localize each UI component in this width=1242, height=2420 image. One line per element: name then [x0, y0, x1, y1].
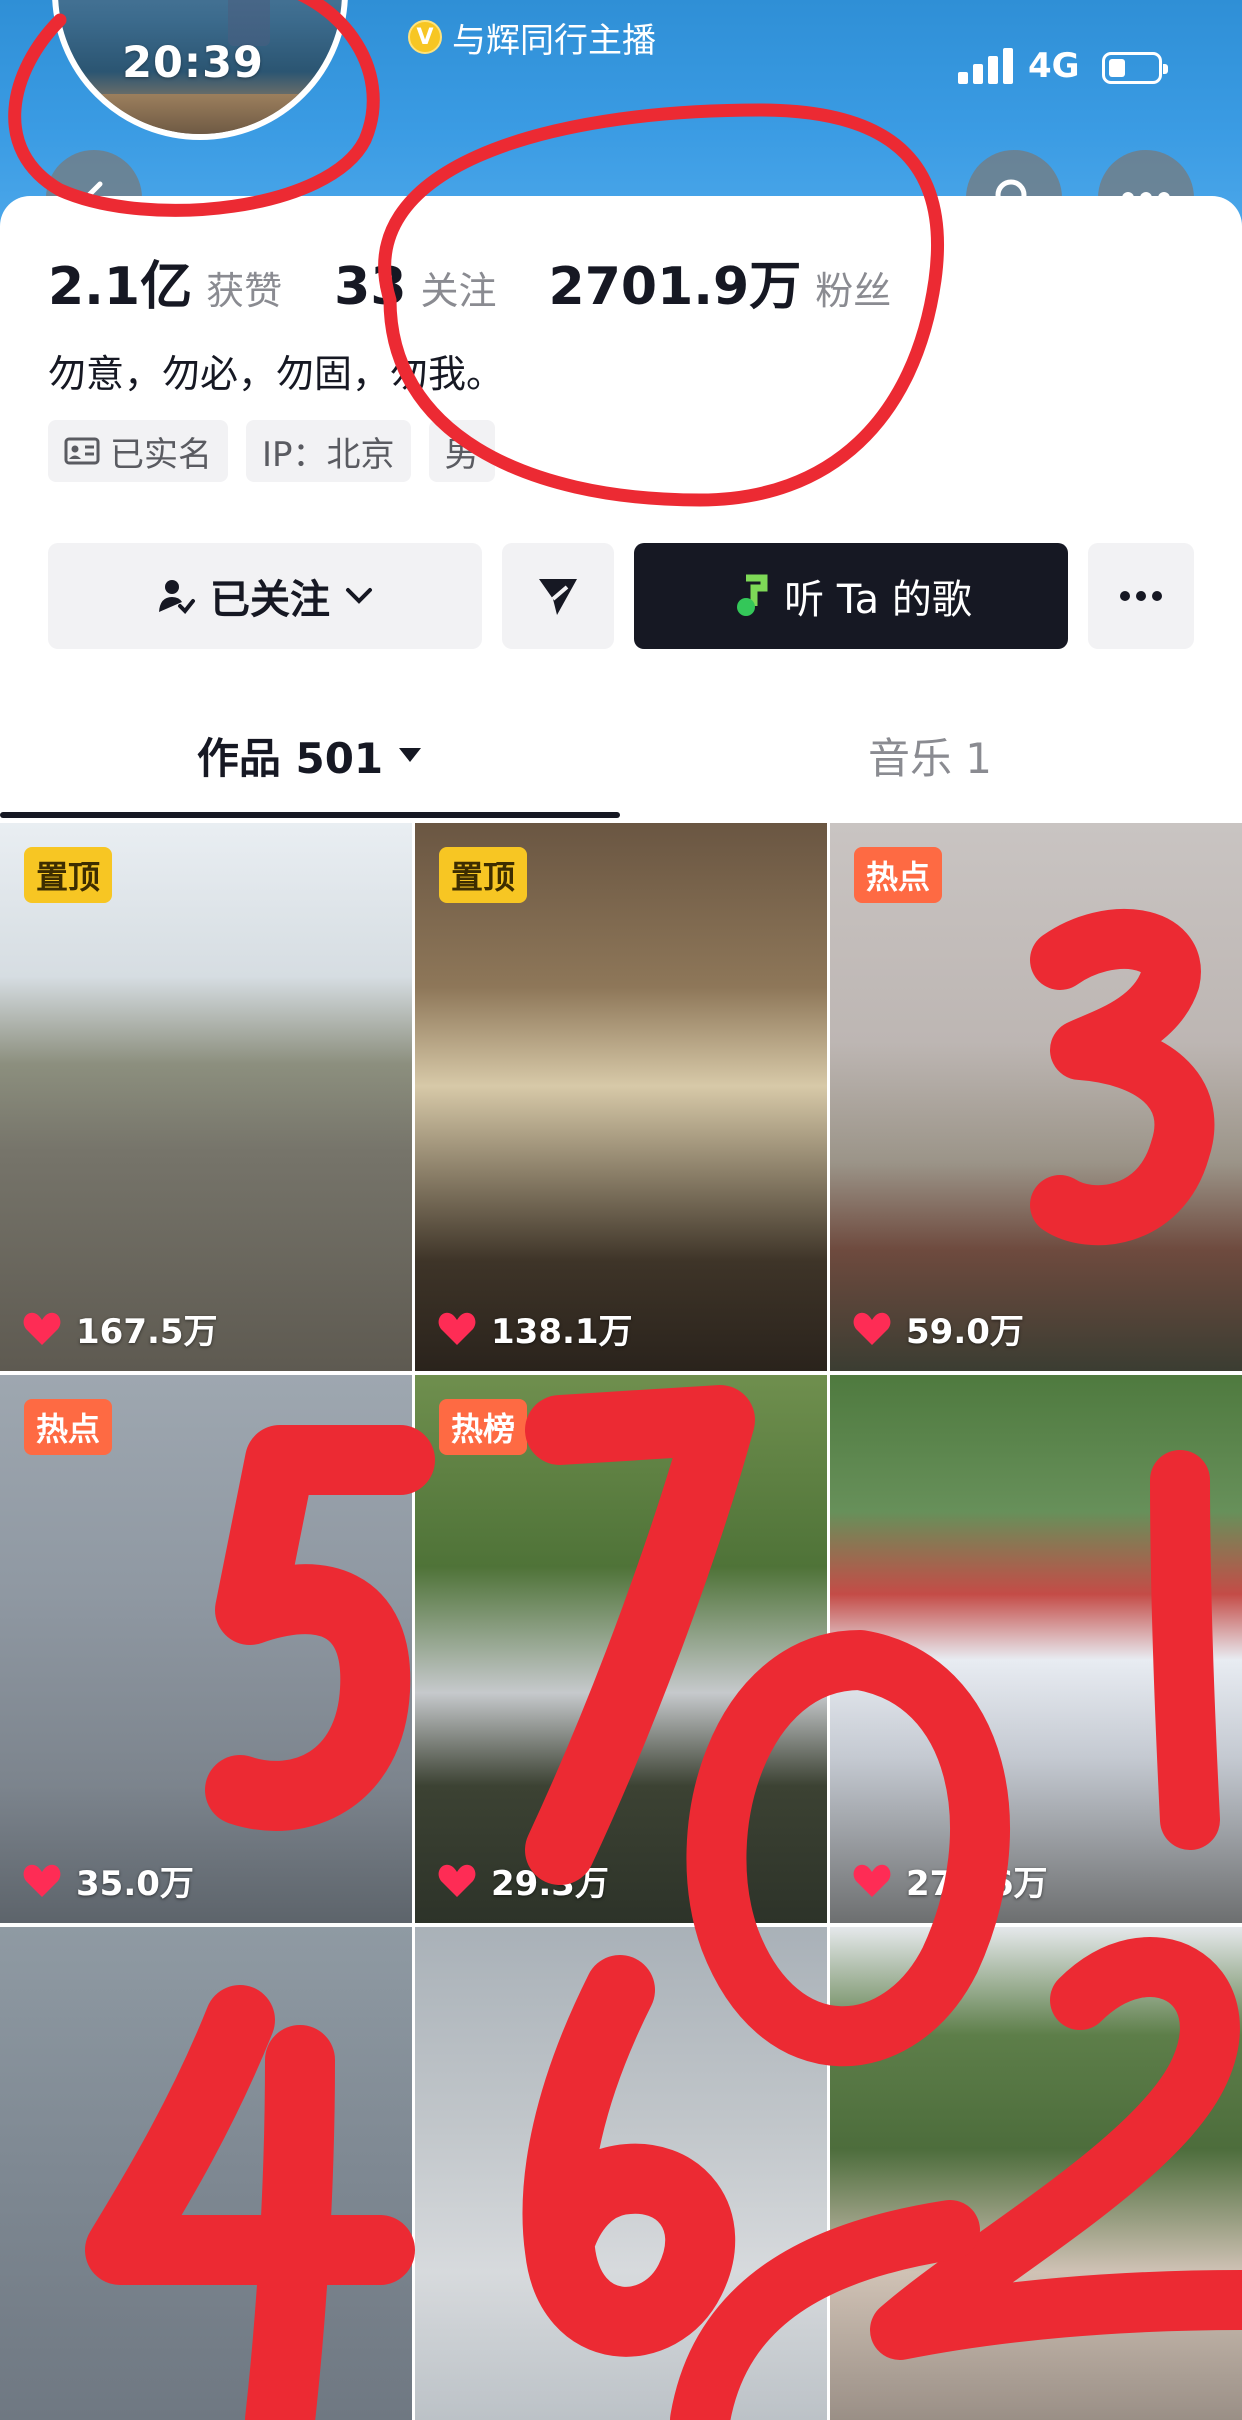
- video-tile[interactable]: 置顶 167.5万: [0, 823, 412, 1371]
- tag-verified-identity: 已实名: [48, 420, 228, 482]
- video-tile[interactable]: [0, 1927, 412, 2420]
- likes-count: 2.1亿: [48, 257, 193, 317]
- hot-badge: 热点: [24, 1399, 113, 1455]
- heart-icon: [853, 1864, 891, 1897]
- profile-bio: 勿意，勿必，勿固，勿我。: [48, 352, 505, 396]
- tab-works[interactable]: 作品 501: [0, 690, 620, 820]
- video-tile[interactable]: 热点 59.0万: [830, 823, 1242, 1371]
- tag-ip-location: IP：北京: [246, 420, 411, 482]
- video-likes: 278.6万: [852, 1856, 1048, 1905]
- active-tab-indicator: [0, 812, 620, 818]
- caret-down-icon: [399, 748, 422, 762]
- paper-plane-icon: [539, 579, 577, 615]
- follow-button-label: 已关注: [210, 577, 330, 623]
- header-title-text: 与辉同行主播: [452, 20, 656, 61]
- header-title: V 与辉同行主播: [408, 16, 656, 61]
- network-type: 4G: [1028, 46, 1080, 86]
- video-grid: 置顶 167.5万 置顶 138.1万 热点 59.0万 热点 35.0万 热榜…: [0, 823, 1242, 2420]
- video-tile[interactable]: 热点 35.0万: [0, 1375, 412, 1923]
- hot-badge: 热点: [854, 847, 943, 903]
- tag-label: 已实名: [110, 434, 212, 475]
- status-time: 20:39: [122, 38, 264, 88]
- tab-works-label: 作品 501: [196, 733, 384, 783]
- signal-icon: [958, 48, 1014, 84]
- tab-music[interactable]: 音乐 1: [620, 690, 1240, 820]
- tag-label: IP：北京: [262, 434, 395, 475]
- video-tile[interactable]: 278.6万: [830, 1375, 1242, 1923]
- followers-label[interactable]: 粉丝: [815, 260, 891, 315]
- heart-icon: [853, 1312, 891, 1345]
- battery-icon: [1102, 52, 1168, 84]
- pinned-badge: 置顶: [24, 847, 113, 903]
- video-likes-count: 59.0万: [906, 1312, 1024, 1352]
- listen-songs-button[interactable]: 听 Ta 的歌: [634, 543, 1068, 649]
- tab-music-label: 音乐 1: [867, 733, 993, 783]
- music-note-icon: [737, 574, 768, 616]
- video-likes: 138.1万: [437, 1304, 633, 1353]
- video-likes-count: 278.6万: [906, 1864, 1048, 1904]
- video-likes-count: 29.3万: [491, 1864, 609, 1904]
- following-label[interactable]: 关注: [421, 260, 497, 315]
- send-message-button[interactable]: [502, 543, 614, 649]
- hot-list-badge: 热榜: [439, 1399, 528, 1455]
- video-tile[interactable]: 热榜 29.3万: [415, 1375, 827, 1923]
- user-check-icon: [159, 580, 195, 614]
- following-count[interactable]: 33: [334, 257, 406, 317]
- video-likes-count: 167.5万: [76, 1312, 218, 1352]
- video-likes: 59.0万: [852, 1304, 1024, 1353]
- heart-icon: [23, 1864, 61, 1897]
- heart-icon: [438, 1312, 476, 1345]
- chevron-down-icon: [346, 588, 372, 604]
- id-card-icon: [64, 437, 100, 465]
- video-tile[interactable]: [415, 1927, 827, 2420]
- verified-badge-icon: V: [408, 20, 442, 54]
- profile-tags: 已实名 IP：北京 男: [48, 420, 495, 482]
- avatar-rock: [58, 94, 342, 134]
- video-likes: 35.0万: [22, 1856, 194, 1905]
- followers-count[interactable]: 2701.9万: [549, 244, 802, 319]
- heart-icon: [23, 1312, 61, 1345]
- likes-label: 获赞: [206, 269, 283, 313]
- video-tile[interactable]: 置顶 138.1万: [415, 823, 827, 1371]
- profile-stats: 2.1亿 获赞 33 关注 2701.9万 粉丝: [48, 244, 943, 319]
- tag-label: 男: [444, 434, 479, 475]
- follow-button[interactable]: 已关注: [48, 543, 482, 649]
- profile-tabs: 作品 501 音乐 1: [0, 690, 1242, 820]
- video-likes-count: 35.0万: [76, 1864, 194, 1904]
- heart-icon: [438, 1864, 476, 1897]
- more-dots-icon: [1120, 591, 1162, 601]
- profile-actions: 已关注 听 Ta 的歌: [48, 543, 1194, 649]
- listen-songs-label: 听 Ta 的歌: [784, 577, 972, 623]
- video-likes: 167.5万: [22, 1304, 218, 1353]
- more-actions-button[interactable]: [1088, 543, 1194, 649]
- video-tile[interactable]: [830, 1927, 1242, 2420]
- video-likes-count: 138.1万: [491, 1312, 633, 1352]
- video-likes: 29.3万: [437, 1856, 609, 1905]
- tag-gender: 男: [428, 420, 495, 482]
- pinned-badge: 置顶: [439, 847, 528, 903]
